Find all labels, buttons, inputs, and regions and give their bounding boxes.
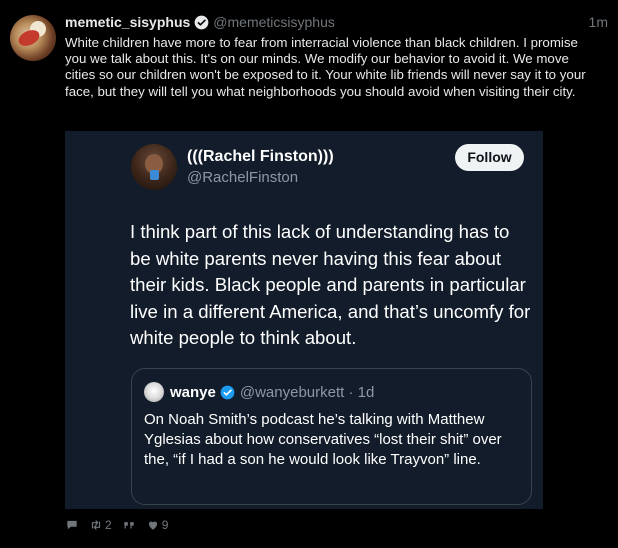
author-avatar[interactable] — [10, 15, 56, 61]
reply-button[interactable] — [65, 518, 79, 532]
nested-author-avatar — [144, 382, 164, 402]
post-timestamp[interactable]: 1m — [589, 14, 608, 30]
nested-display-name: wanye — [170, 383, 216, 401]
nested-text: On Noah Smith’s podcast he’s talking wit… — [144, 411, 502, 468]
retweet-count: 2 — [105, 518, 112, 532]
like-count: 9 — [161, 518, 169, 532]
speech-bubble-icon — [67, 520, 77, 530]
post-text: White children have more to fear from in… — [65, 35, 586, 99]
nested-header: wanye @wanyeburkett · 1d — [170, 382, 374, 402]
quoted-handle: @RachelFinston — [187, 169, 299, 186]
quoted-text: I think part of this lack of understandi… — [130, 221, 531, 348]
avatar-detail — [150, 170, 159, 180]
quote-icon — [124, 522, 134, 529]
heart-icon — [148, 521, 157, 530]
author-handle[interactable]: @memeticsisyphus — [213, 14, 335, 30]
nested-handle-time: @wanyeburkett · 1d — [239, 383, 375, 401]
action-bar: 2 9 — [65, 516, 178, 534]
quoted-author-avatar — [131, 144, 177, 190]
quote-button[interactable] — [122, 518, 136, 532]
post-header: memetic_sisyphus @memeticsisyphus 1m — [65, 13, 608, 31]
verified-badge-icon — [194, 15, 209, 29]
quoted-display-name: (((Rachel Finston))) — [187, 148, 334, 165]
like-button[interactable]: 9 — [146, 518, 169, 532]
retweet-icon — [91, 520, 101, 530]
retweet-button[interactable]: 2 — [89, 518, 112, 532]
author-display-name[interactable]: memetic_sisyphus — [65, 14, 190, 30]
verified-badge-icon — [220, 385, 235, 399]
follow-button: Follow — [455, 144, 524, 171]
